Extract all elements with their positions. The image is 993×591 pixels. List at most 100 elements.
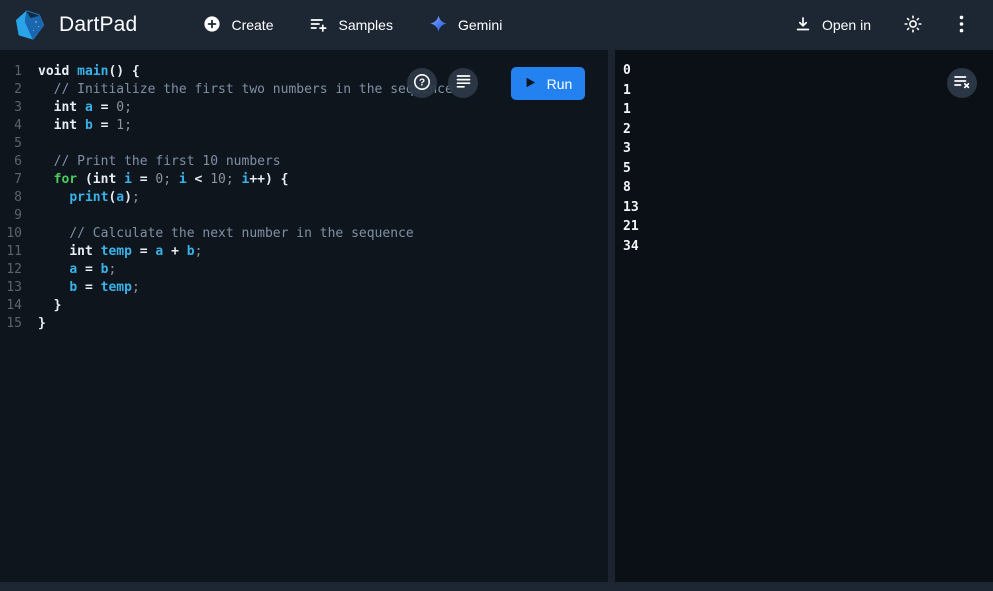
open-in-label: Open in	[822, 17, 871, 33]
code-token: () {	[108, 64, 139, 79]
console-line: 1	[623, 81, 993, 101]
code-token: }	[38, 316, 46, 331]
line-number: 8	[0, 189, 28, 207]
line-number: 5	[0, 135, 28, 153]
panel-divider[interactable]	[608, 50, 615, 582]
format-button[interactable]	[448, 68, 478, 98]
docs-help-button[interactable]: ?	[407, 68, 437, 98]
code-line-text: // Print the first 10 numbers	[28, 153, 281, 171]
code-token	[69, 64, 77, 79]
theme-toggle-button[interactable]	[895, 7, 931, 43]
code-token	[38, 118, 54, 133]
code-token: <	[187, 172, 210, 187]
brightness-icon	[903, 14, 923, 37]
code-line-text: }	[28, 297, 61, 315]
format-align-icon	[456, 74, 471, 92]
code-line[interactable]: 14 }	[0, 297, 608, 315]
code-token	[116, 172, 124, 187]
code-token: =	[132, 172, 155, 187]
clear-console-button[interactable]	[947, 68, 977, 98]
help-icon: ?	[413, 73, 431, 94]
code-token: a	[85, 100, 93, 115]
code-token: =	[77, 280, 100, 295]
gemini-button[interactable]: Gemini	[417, 6, 514, 44]
header-nav: Create Samples	[191, 6, 514, 44]
code-token: temp	[101, 244, 132, 259]
kebab-menu-icon	[959, 15, 964, 36]
code-token	[77, 118, 85, 133]
code-token: print	[69, 190, 108, 205]
create-button[interactable]: Create	[191, 7, 285, 44]
code-token: =	[93, 100, 116, 115]
code-token: =	[77, 262, 100, 277]
code-token: b	[85, 118, 93, 133]
console-line: 5	[623, 159, 993, 179]
code-line[interactable]: 15}	[0, 315, 608, 333]
console-output: 0112358132134	[615, 50, 993, 256]
code-line[interactable]: 7 for (int i = 0; i < 10; i++) {	[0, 171, 608, 189]
code-token: i	[179, 172, 187, 187]
run-button[interactable]: Run	[511, 67, 585, 100]
code-token	[38, 244, 69, 259]
code-line[interactable]: 12 a = b;	[0, 261, 608, 279]
download-icon	[794, 15, 812, 36]
code-line-text	[28, 135, 38, 153]
code-line[interactable]: 9	[0, 207, 608, 225]
code-token: ;	[195, 244, 203, 259]
gemini-label: Gemini	[458, 17, 502, 33]
overflow-menu-button[interactable]	[943, 7, 979, 43]
open-in-button[interactable]: Open in	[782, 7, 883, 44]
gemini-sparkle-icon	[429, 14, 448, 36]
code-token	[77, 100, 85, 115]
line-number: 11	[0, 243, 28, 261]
line-number: 12	[0, 261, 28, 279]
line-number: 10	[0, 225, 28, 243]
code-token: i	[124, 172, 132, 187]
code-token: for	[54, 172, 77, 187]
code-line[interactable]: 5	[0, 135, 608, 153]
line-number: 2	[0, 81, 28, 99]
code-line[interactable]: 13 b = temp;	[0, 279, 608, 297]
code-token: a	[69, 262, 77, 277]
code-token: 1	[116, 118, 124, 133]
dartpad-logo-icon	[14, 9, 46, 41]
code-line-text: }	[28, 315, 46, 333]
code-line-text: void main() {	[28, 63, 140, 81]
code-token	[38, 190, 69, 205]
code-token	[38, 82, 54, 97]
playlist-add-icon	[309, 15, 328, 36]
add-circle-icon	[203, 15, 221, 36]
code-line[interactable]: 6 // Print the first 10 numbers	[0, 153, 608, 171]
code-token: // Initialize the first two numbers in t…	[54, 82, 453, 97]
console-line: 1	[623, 100, 993, 120]
code-line[interactable]: 8 print(a);	[0, 189, 608, 207]
code-token: ;	[124, 100, 132, 115]
console-line: 0	[623, 61, 993, 81]
code-token: 10	[210, 172, 226, 187]
code-token: ;	[226, 172, 234, 187]
line-number: 6	[0, 153, 28, 171]
code-line-text: int temp = a + b;	[28, 243, 202, 261]
code-token: +	[163, 244, 186, 259]
code-line-text	[28, 207, 38, 225]
code-line[interactable]: 3 int a = 0;	[0, 99, 608, 117]
console-line: 3	[623, 139, 993, 159]
code-token: int	[93, 172, 116, 187]
brand[interactable]: DartPad	[14, 9, 137, 41]
code-line[interactable]: 4 int b = 1;	[0, 117, 608, 135]
code-token: ;	[124, 118, 132, 133]
code-line[interactable]: 11 int temp = a + b;	[0, 243, 608, 261]
samples-button[interactable]: Samples	[297, 7, 404, 44]
create-label: Create	[231, 17, 273, 33]
code-line[interactable]: 10 // Calculate the next number in the s…	[0, 225, 608, 243]
line-number: 1	[0, 63, 28, 81]
line-number: 15	[0, 315, 28, 333]
code-token: b	[69, 280, 77, 295]
code-line-text: int b = 1;	[28, 117, 132, 135]
code-token: (	[77, 172, 93, 187]
svg-text:?: ?	[419, 77, 425, 88]
editor-panel[interactable]: 1void main() {2 // Initialize the first …	[0, 50, 608, 582]
code-token	[38, 280, 69, 295]
code-token: }	[38, 298, 61, 313]
code-line-text: for (int i = 0; i < 10; i++) {	[28, 171, 289, 189]
